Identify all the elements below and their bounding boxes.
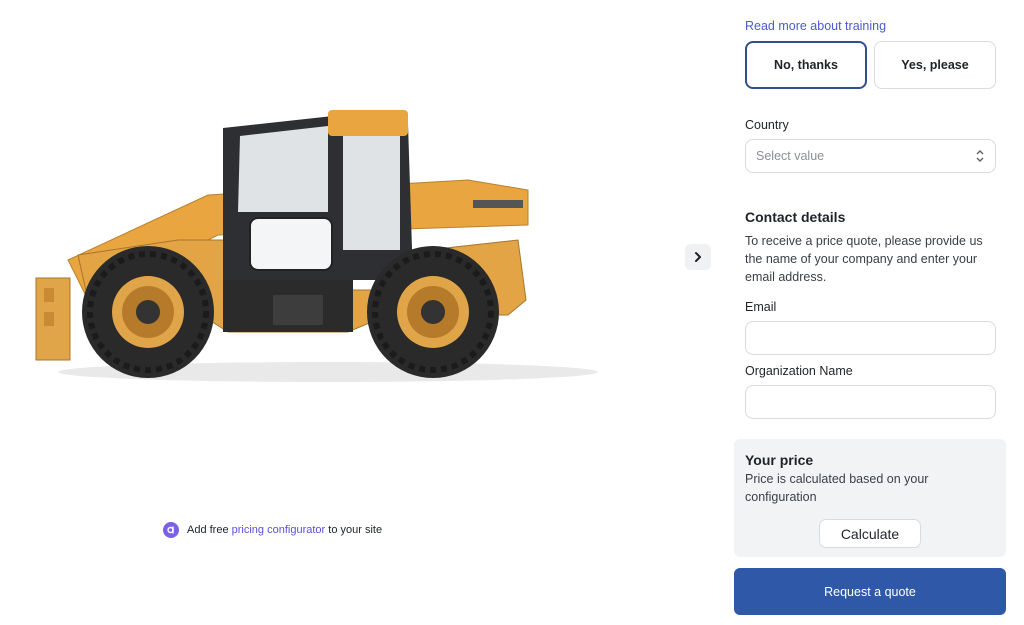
price-title: Your price	[745, 452, 814, 468]
organization-field[interactable]	[745, 385, 996, 419]
country-placeholder: Select value	[756, 149, 825, 163]
country-label: Country	[745, 118, 789, 132]
select-chevrons-icon	[976, 150, 984, 162]
contact-details-title: Contact details	[745, 209, 846, 225]
calculate-button[interactable]: Calculate	[819, 519, 921, 548]
training-yes-button[interactable]: Yes, please	[874, 41, 996, 89]
email-label: Email	[745, 300, 777, 314]
country-select[interactable]: Select value	[745, 139, 996, 173]
telehandler-image	[35, 110, 598, 382]
email-field[interactable]	[745, 321, 996, 355]
configurator-panel: Read more about training No, thanks Yes,…	[734, 0, 1010, 625]
training-info-link[interactable]: Read more about training	[745, 19, 886, 33]
organization-label: Organization Name	[745, 364, 853, 378]
promo-link[interactable]: pricing configurator	[232, 524, 326, 536]
next-image-button[interactable]	[685, 244, 711, 270]
request-quote-button[interactable]: Request a quote	[734, 568, 1006, 615]
contact-details-description: To receive a price quote, please provide…	[745, 234, 983, 284]
price-card: Your price Price is calculated based on …	[734, 439, 1006, 557]
chevron-right-icon	[695, 252, 701, 262]
promo-prefix: Add free	[187, 524, 232, 536]
training-no-button[interactable]: No, thanks	[745, 41, 867, 89]
product-viewer: Add free pricing configurator to your si…	[0, 0, 724, 625]
price-description: Price is calculated based on your config…	[745, 472, 929, 504]
promo-suffix: to your site	[325, 524, 383, 536]
promo-banner: Add free pricing configurator to your si…	[163, 522, 382, 538]
configurator-logo-icon	[163, 522, 179, 538]
